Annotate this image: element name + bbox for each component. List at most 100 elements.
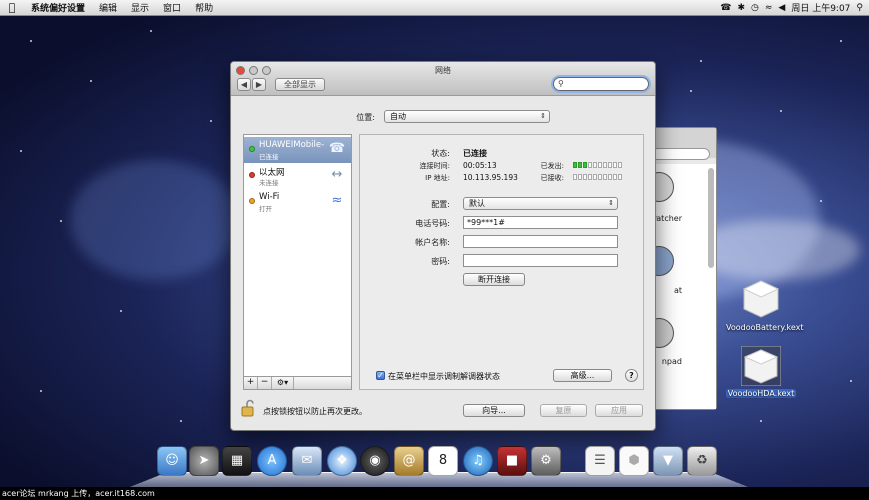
password-field[interactable] (463, 254, 618, 267)
location-label: 位置: (356, 113, 375, 122)
app-store-dock-icon[interactable]: A (257, 446, 287, 476)
meter-segment (593, 162, 597, 168)
popup-arrows-icon: ⇕ (540, 112, 546, 120)
document-dock-icon[interactable]: ☰ (585, 446, 615, 476)
forward-button[interactable]: ▶ (252, 78, 266, 91)
status-dot-icon (249, 146, 255, 152)
volume-icon[interactable]: ◀ (778, 3, 785, 13)
popup-arrows-icon: ⇕ (608, 199, 614, 207)
add-service-button[interactable]: + (244, 377, 258, 389)
config-popup[interactable]: 默认 ⇕ (463, 197, 618, 210)
phone-status-icon[interactable]: ☎ (720, 3, 731, 13)
menu-help[interactable]: 帮助 (188, 1, 220, 14)
window-title: 网络 (435, 66, 451, 75)
help-button[interactable]: ? (625, 369, 638, 382)
meter-segment (598, 174, 602, 180)
trash-dock-icon[interactable]: ♻ (687, 446, 717, 476)
menu-app-name[interactable]: 系统偏好设置 (24, 1, 92, 14)
advanced-button[interactable]: 高级... (553, 369, 612, 382)
menubar-status-label: 在菜单栏中显示调制解调器状态 (388, 372, 500, 381)
status-dot-icon (249, 172, 255, 178)
assist-me-button[interactable]: 向导... (463, 404, 525, 417)
phone-icon: ☎ (328, 141, 346, 156)
service-item-ethernet[interactable]: 以太网 未连接 ↔ (244, 163, 351, 189)
meter-segment (583, 174, 587, 180)
revert-button[interactable]: 复原 (540, 404, 587, 417)
meter-segment (603, 174, 607, 180)
search-icon: ⚲ (558, 79, 564, 88)
background-window-scrollbar[interactable] (708, 168, 714, 268)
service-status: 打开 (259, 205, 272, 213)
address-book-dock-icon[interactable]: @ (394, 446, 424, 476)
menubar-status-checkbox[interactable]: ✓ (376, 371, 385, 380)
window-titlebar[interactable]: 网络 ◀ ▶ 全部显示 ⚲ (231, 62, 655, 96)
itunes-dock-icon[interactable]: ♫ (463, 446, 493, 476)
password-label: 密码: (431, 257, 450, 266)
meter-segment (578, 174, 582, 180)
meter-segment (618, 174, 622, 180)
meter-segment (603, 162, 607, 168)
wifi-menu-icon[interactable]: ≈ (765, 3, 773, 13)
conn-time-value: 00:05:13 (463, 161, 497, 170)
show-all-button[interactable]: 全部显示 (275, 78, 325, 91)
spotlight-icon[interactable]: ⚲ (856, 3, 863, 13)
mission-control-dock-icon[interactable]: ▦ (222, 446, 252, 476)
status-dot-icon (249, 198, 255, 204)
ethernet-arrows-icon: ↔ (331, 167, 343, 182)
disconnect-button[interactable]: 断开连接 (463, 273, 525, 286)
safari-dock-icon[interactable]: ❖ (327, 446, 357, 476)
photo-booth-dock-icon[interactable]: ■ (497, 446, 527, 476)
finder-dock-icon[interactable]: ☺ (157, 446, 187, 476)
phone-field[interactable]: *99***1# (463, 216, 618, 229)
system-preferences-dock-icon[interactable]: ⚙ (531, 446, 561, 476)
bluetooth-icon[interactable]: ✱ (737, 3, 745, 13)
kext-file-icon[interactable] (741, 279, 781, 319)
back-arrow-icon: ◀ (240, 80, 248, 89)
meter-segment (613, 174, 617, 180)
gear-icon[interactable]: ⚙▾ (272, 377, 294, 389)
network-preferences-window: 网络 ◀ ▶ 全部显示 ⚲ 位置: 自动 ⇕ HUAWEIMobile- 已连接… (230, 61, 656, 431)
clock[interactable]: 周日 上午9:07 (791, 1, 850, 14)
meter-segment (613, 162, 617, 168)
mail-dock-icon[interactable]: ✉ (292, 446, 322, 476)
status-label: 状态: (431, 149, 450, 158)
time-machine-icon[interactable]: ◷ (751, 3, 759, 13)
kext-file-icon[interactable] (741, 346, 781, 386)
meter-segment (608, 174, 612, 180)
meter-segment (588, 174, 592, 180)
service-list: HUAWEIMobile- 已连接 ☎ 以太网 未连接 ↔ Wi-Fi 打开 ≈ (243, 134, 352, 390)
apple-icon[interactable]:  (0, 1, 24, 14)
remove-service-button[interactable]: − (258, 377, 272, 389)
desktop-icon-label: VoodooHDA.kext (726, 389, 796, 398)
menu-edit[interactable]: 编辑 (92, 1, 124, 14)
service-item-huawei[interactable]: HUAWEIMobile- 已连接 ☎ (244, 137, 351, 163)
apply-button[interactable]: 应用 (595, 404, 643, 417)
account-label: 帐户名称: (415, 238, 450, 247)
status-value: 已连接 (463, 149, 487, 158)
menu-view[interactable]: 显示 (124, 1, 156, 14)
kext-dock-icon[interactable]: ⬢ (619, 446, 649, 476)
wifi-icon: ≈ (331, 193, 343, 208)
launchpad-dock-icon[interactable]: ➤ (189, 446, 219, 476)
received-label: 已接收: (540, 174, 564, 182)
search-field[interactable]: ⚲ (553, 77, 649, 91)
account-field[interactable] (463, 235, 618, 248)
facetime-dock-icon[interactable]: ◉ (360, 446, 390, 476)
ip-value: 10.113.95.193 (463, 173, 518, 182)
location-value: 自动 (390, 112, 406, 121)
back-button[interactable]: ◀ (237, 78, 251, 91)
downloads-stack-dock-icon[interactable]: ▼ (653, 446, 683, 476)
footer-credit: acer论坛 mrkang 上传，acer.it168.com (0, 487, 869, 500)
meter-segment (588, 162, 592, 168)
menu-extras: ☎ ✱ ◷ ≈ ◀ 周日 上午9:07 ⚲ (720, 1, 869, 15)
service-status: 未连接 (259, 179, 279, 187)
ical-dock-icon[interactable]: 8 (428, 446, 458, 476)
lock-icon[interactable] (241, 399, 255, 417)
service-name: HUAWEIMobile- (259, 140, 325, 150)
service-item-wifi[interactable]: Wi-Fi 打开 ≈ (244, 189, 351, 215)
location-popup[interactable]: 自动 ⇕ (384, 110, 550, 123)
background-window-search[interactable] (650, 148, 710, 160)
forward-arrow-icon: ▶ (255, 80, 263, 89)
menu-window[interactable]: 窗口 (156, 1, 188, 14)
meter-segment (578, 162, 582, 168)
